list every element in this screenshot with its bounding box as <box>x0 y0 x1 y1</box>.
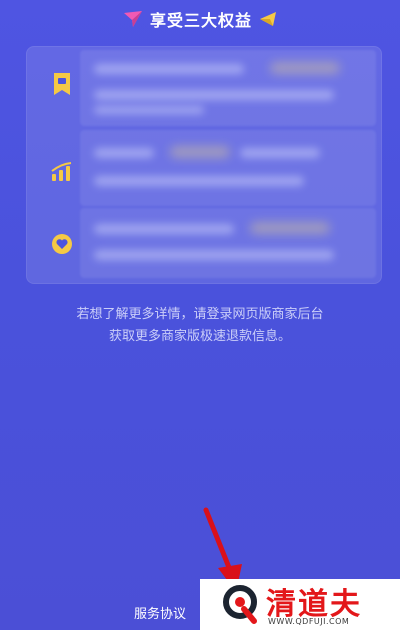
benefits-title: 享受三大权益 <box>149 11 252 30</box>
info-line-1: 若想了解更多详情，请登录网页版商家后台 <box>76 307 324 322</box>
signal-bars-icon <box>50 160 74 184</box>
watermark-logo-icon <box>220 583 260 625</box>
benefit-item <box>26 130 382 206</box>
service-agreement-link[interactable]: 服务协议 <box>134 603 186 622</box>
benefit-blurred-content <box>80 50 376 126</box>
watermark: 清道夫 WWW.QDFUJI.COM <box>200 579 400 630</box>
benefit-item <box>26 50 382 126</box>
benefit-blurred-content <box>80 130 376 206</box>
info-line-2: 获取更多商家版极速退款信息。 <box>108 329 291 344</box>
coupon-ribbon-icon <box>50 72 74 96</box>
benefits-card <box>26 46 382 284</box>
info-text: 若想了解更多详情，请登录网页版商家后台 获取更多商家版极速退款信息。 <box>0 304 400 348</box>
heart-badge-icon <box>50 232 74 256</box>
pink-pennant-icon <box>123 11 142 27</box>
benefit-blurred-content <box>80 208 376 278</box>
benefit-item <box>26 208 382 282</box>
watermark-url: WWW.QDFUJI.COM <box>268 617 350 626</box>
benefits-header: 享受三大权益 <box>0 6 400 32</box>
yellow-pennant-icon <box>260 12 276 26</box>
